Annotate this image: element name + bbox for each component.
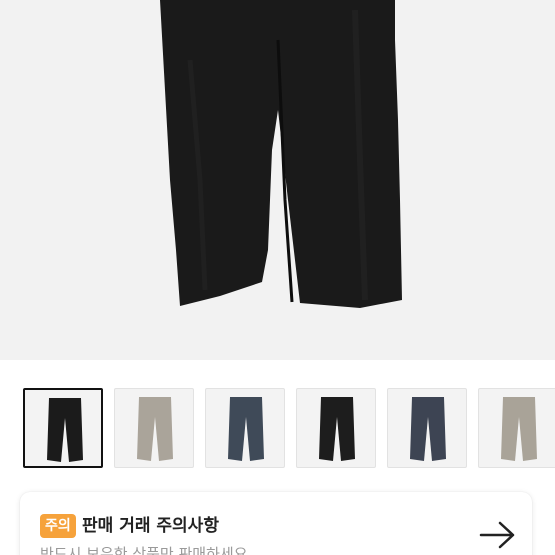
- thumbnail-pants-image: [228, 397, 264, 461]
- warning-badge: 주의: [40, 514, 76, 538]
- thumbnail-pants-image: [501, 397, 537, 461]
- thumbnail-beige[interactable]: [478, 388, 555, 468]
- thumbnail-pants-image: [410, 397, 446, 461]
- thumbnail-pants-shape: [137, 397, 173, 461]
- product-main-image: [0, 0, 555, 360]
- thumbnail-pants-image: [319, 397, 355, 461]
- thumbnail-black[interactable]: [23, 388, 103, 468]
- thumbnail-navy[interactable]: [387, 388, 467, 468]
- notice-subtitle: 반드시 보유한 상품만 판매하세요: [40, 545, 248, 555]
- thumbnail-strip[interactable]: [0, 388, 555, 470]
- thumbnail-pants-shape: [319, 397, 355, 461]
- arrow-right-icon[interactable]: [478, 520, 518, 550]
- thumbnail-pants-shape: [47, 398, 83, 462]
- sales-notice-card[interactable]: 주의 판매 거래 주의사항 반드시 보유한 상품만 판매하세요: [20, 492, 532, 555]
- thumbnail-pants-shape: [501, 397, 537, 461]
- notice-title: 판매 거래 주의사항: [82, 516, 219, 536]
- thumbnail-pants-shape: [410, 397, 446, 461]
- thumbnail-navy[interactable]: [205, 388, 285, 468]
- thumbnail-pants-image: [137, 397, 173, 461]
- thumbnail-pants-shape: [228, 397, 264, 461]
- thumbnail-pants-image: [47, 398, 83, 462]
- pants-photo: [160, 0, 402, 308]
- thumbnail-beige[interactable]: [114, 388, 194, 468]
- thumbnail-black[interactable]: [296, 388, 376, 468]
